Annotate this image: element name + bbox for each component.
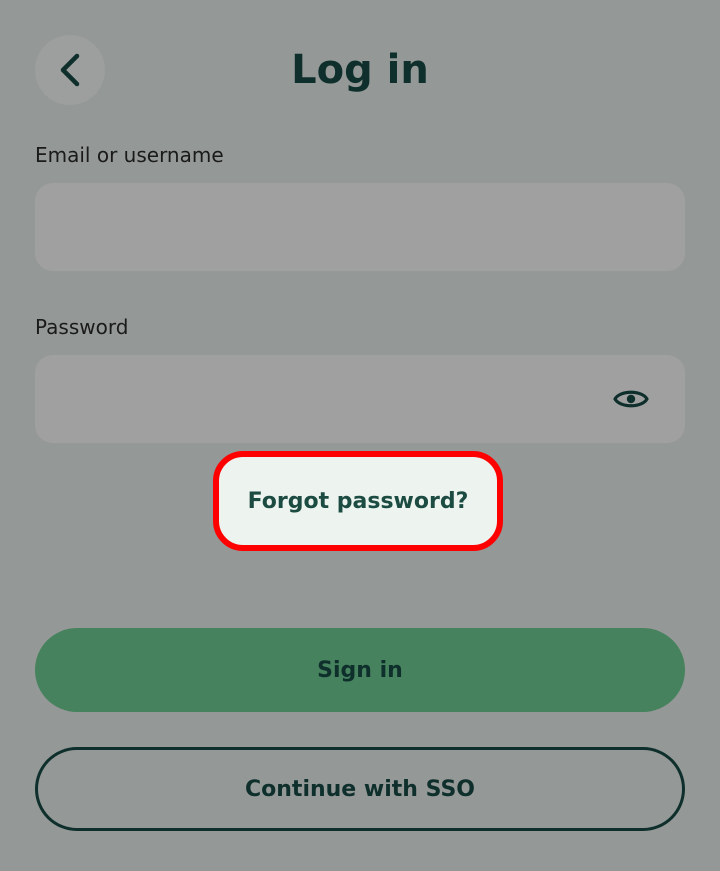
continue-with-sso-button[interactable]: Continue with SSO: [35, 747, 685, 831]
sign-in-button[interactable]: Sign in: [35, 628, 685, 712]
password-field[interactable]: [35, 355, 685, 443]
sign-in-label: Sign in: [317, 657, 403, 683]
forgot-password-label: Forgot password?: [247, 488, 469, 514]
email-field[interactable]: [35, 183, 685, 271]
page-title: Log in: [291, 47, 429, 93]
show-password-toggle[interactable]: [611, 379, 651, 419]
continue-with-sso-label: Continue with SSO: [245, 776, 475, 802]
forgot-password-button[interactable]: Forgot password?: [213, 451, 503, 551]
password-label: Password: [35, 315, 129, 339]
eye-icon: [613, 390, 649, 408]
email-label: Email or username: [35, 143, 224, 167]
